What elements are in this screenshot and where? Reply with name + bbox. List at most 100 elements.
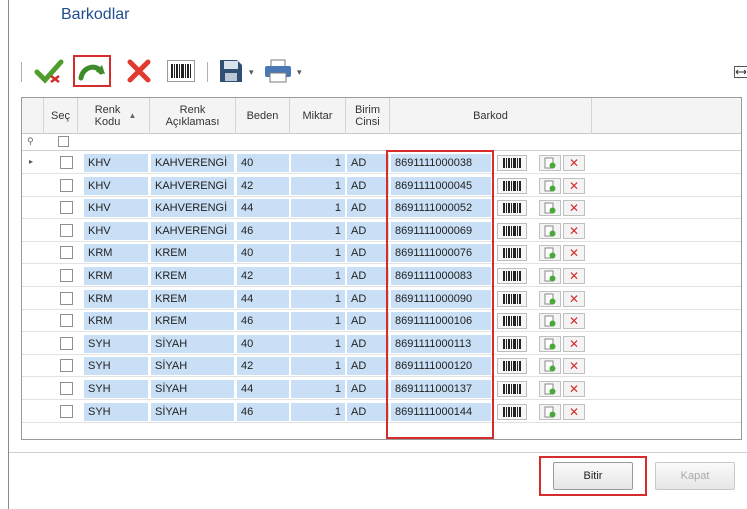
delete-row-icon[interactable]: ✕ xyxy=(563,177,585,194)
cell-birim[interactable]: AD xyxy=(347,334,389,353)
cell-barkod[interactable]: 8691111000113 xyxy=(391,334,491,353)
barcode-icon[interactable] xyxy=(497,358,527,375)
cell-barkod[interactable]: 8691111000090 xyxy=(391,289,491,308)
cell-renk-kodu[interactable]: SYH xyxy=(84,357,148,376)
cell-barkod[interactable]: 8691111000045 xyxy=(391,176,491,195)
select-checkbox[interactable] xyxy=(60,223,73,237)
cell-renk-kodu[interactable]: KRM xyxy=(84,289,148,308)
cell-renk-aciklamasi[interactable]: KREM xyxy=(151,289,234,308)
cell-birim[interactable]: AD xyxy=(347,221,389,240)
cell-renk-aciklamasi[interactable]: SİYAH xyxy=(151,357,234,376)
cell-miktar[interactable]: 1 xyxy=(291,334,345,353)
select-checkbox[interactable] xyxy=(60,336,73,350)
cell-barkod[interactable]: 8691111000052 xyxy=(391,199,491,218)
cell-miktar[interactable]: 1 xyxy=(291,199,345,218)
table-row[interactable]: ▸ KHV KAHVERENGİ 40 1 AD 8691111000038 ✕ xyxy=(22,152,741,174)
cell-beden[interactable]: 42 xyxy=(237,357,289,376)
cell-renk-aciklamasi[interactable]: KREM xyxy=(151,267,234,285)
cell-birim[interactable]: AD xyxy=(347,199,389,218)
add-document-icon[interactable] xyxy=(539,245,561,262)
cell-birim[interactable]: AD xyxy=(347,176,389,195)
select-checkbox[interactable] xyxy=(60,156,73,169)
cell-barkod[interactable]: 8691111000137 xyxy=(391,380,491,398)
column-header-barkod[interactable]: Barkod xyxy=(390,98,592,134)
delete-row-icon[interactable]: ✕ xyxy=(563,290,585,307)
cell-renk-aciklamasi[interactable]: SİYAH xyxy=(151,402,234,421)
table-row[interactable]: SYH SİYAH 44 1 AD 8691111000137 ✕ xyxy=(22,378,741,400)
barcode-icon[interactable] xyxy=(497,222,527,239)
add-document-icon[interactable] xyxy=(539,155,561,171)
select-checkbox[interactable] xyxy=(60,269,73,282)
delete-row-icon[interactable]: ✕ xyxy=(563,200,585,217)
cell-renk-kodu[interactable]: KHV xyxy=(84,154,148,172)
delete-row-icon[interactable]: ✕ xyxy=(563,313,585,330)
column-header-birim-cinsi[interactable]: Birim Cinsi xyxy=(346,98,390,134)
cell-beden[interactable]: 44 xyxy=(237,199,289,218)
save-button[interactable] xyxy=(215,55,247,87)
cell-barkod[interactable]: 8691111000120 xyxy=(391,357,491,376)
delete-row-icon[interactable]: ✕ xyxy=(563,403,585,420)
add-document-icon[interactable] xyxy=(539,177,561,194)
add-document-icon[interactable] xyxy=(539,381,561,397)
barcode-icon[interactable] xyxy=(497,155,527,171)
cell-renk-aciklamasi[interactable]: KAHVERENGİ xyxy=(151,199,234,218)
print-button[interactable] xyxy=(261,55,295,87)
cell-miktar[interactable]: 1 xyxy=(291,221,345,240)
cell-miktar[interactable]: 1 xyxy=(291,380,345,398)
cell-renk-kodu[interactable]: KRM xyxy=(84,312,148,331)
cell-renk-kodu[interactable]: KHV xyxy=(84,199,148,218)
delete-row-icon[interactable]: ✕ xyxy=(563,268,585,284)
cell-beden[interactable]: 40 xyxy=(237,244,289,263)
cell-renk-aciklamasi[interactable]: SİYAH xyxy=(151,334,234,353)
add-document-icon[interactable] xyxy=(539,290,561,307)
delete-row-icon[interactable]: ✕ xyxy=(563,335,585,352)
cell-birim[interactable]: AD xyxy=(347,380,389,398)
cell-miktar[interactable]: 1 xyxy=(291,154,345,172)
cell-barkod[interactable]: 8691111000083 xyxy=(391,267,491,285)
cell-renk-aciklamasi[interactable]: KAHVERENGİ xyxy=(151,154,234,172)
delete-row-icon[interactable]: ✕ xyxy=(563,245,585,262)
add-document-icon[interactable] xyxy=(539,313,561,330)
add-document-icon[interactable] xyxy=(539,200,561,217)
add-document-icon[interactable] xyxy=(539,222,561,239)
finish-button[interactable]: Bitir xyxy=(553,462,633,490)
add-document-icon[interactable] xyxy=(539,403,561,420)
cell-beden[interactable]: 44 xyxy=(237,289,289,308)
add-document-icon[interactable] xyxy=(539,268,561,284)
select-checkbox[interactable] xyxy=(60,201,73,215)
column-header-renk-aciklamasi[interactable]: Renk Açıklaması xyxy=(150,98,236,134)
table-row[interactable]: SYH SİYAH 42 1 AD 8691111000120 ✕ xyxy=(22,355,741,378)
cell-renk-kodu[interactable]: KHV xyxy=(84,221,148,240)
select-checkbox[interactable] xyxy=(60,404,73,418)
select-checkbox[interactable] xyxy=(60,246,73,260)
cell-miktar[interactable]: 1 xyxy=(291,176,345,195)
cell-birim[interactable]: AD xyxy=(347,402,389,421)
cell-renk-aciklamasi[interactable]: KAHVERENGİ xyxy=(151,176,234,195)
delete-row-icon[interactable]: ✕ xyxy=(563,358,585,375)
cell-barkod[interactable]: 8691111000144 xyxy=(391,402,491,421)
print-dropdown-arrow-icon[interactable]: ▾ xyxy=(297,67,302,78)
cell-renk-aciklamasi[interactable]: KREM xyxy=(151,244,234,263)
cell-miktar[interactable]: 1 xyxy=(291,267,345,285)
cell-beden[interactable]: 46 xyxy=(237,312,289,331)
cell-renk-kodu[interactable]: SYH xyxy=(84,402,148,421)
column-header-beden[interactable]: Beden xyxy=(236,98,290,134)
cell-renk-kodu[interactable]: SYH xyxy=(84,334,148,353)
cell-miktar[interactable]: 1 xyxy=(291,244,345,263)
delete-row-icon[interactable]: ✕ xyxy=(563,155,585,171)
cell-birim[interactable]: AD xyxy=(347,357,389,376)
cell-renk-aciklamasi[interactable]: KAHVERENGİ xyxy=(151,221,234,240)
cell-beden[interactable]: 46 xyxy=(237,221,289,240)
select-checkbox[interactable] xyxy=(60,291,73,305)
cell-birim[interactable]: AD xyxy=(347,312,389,331)
select-checkbox[interactable] xyxy=(60,359,73,373)
column-header-renk-kodu[interactable]: Renk Kodu ▲ xyxy=(78,98,150,134)
select-checkbox[interactable] xyxy=(60,314,73,328)
redo-button[interactable] xyxy=(73,55,111,87)
cell-beden[interactable]: 40 xyxy=(237,334,289,353)
approve-button[interactable] xyxy=(31,55,67,87)
cell-renk-aciklamasi[interactable]: KREM xyxy=(151,312,234,331)
barcode-icon[interactable] xyxy=(497,177,527,194)
barcode-icon[interactable] xyxy=(497,381,527,397)
cell-beden[interactable]: 42 xyxy=(237,176,289,195)
